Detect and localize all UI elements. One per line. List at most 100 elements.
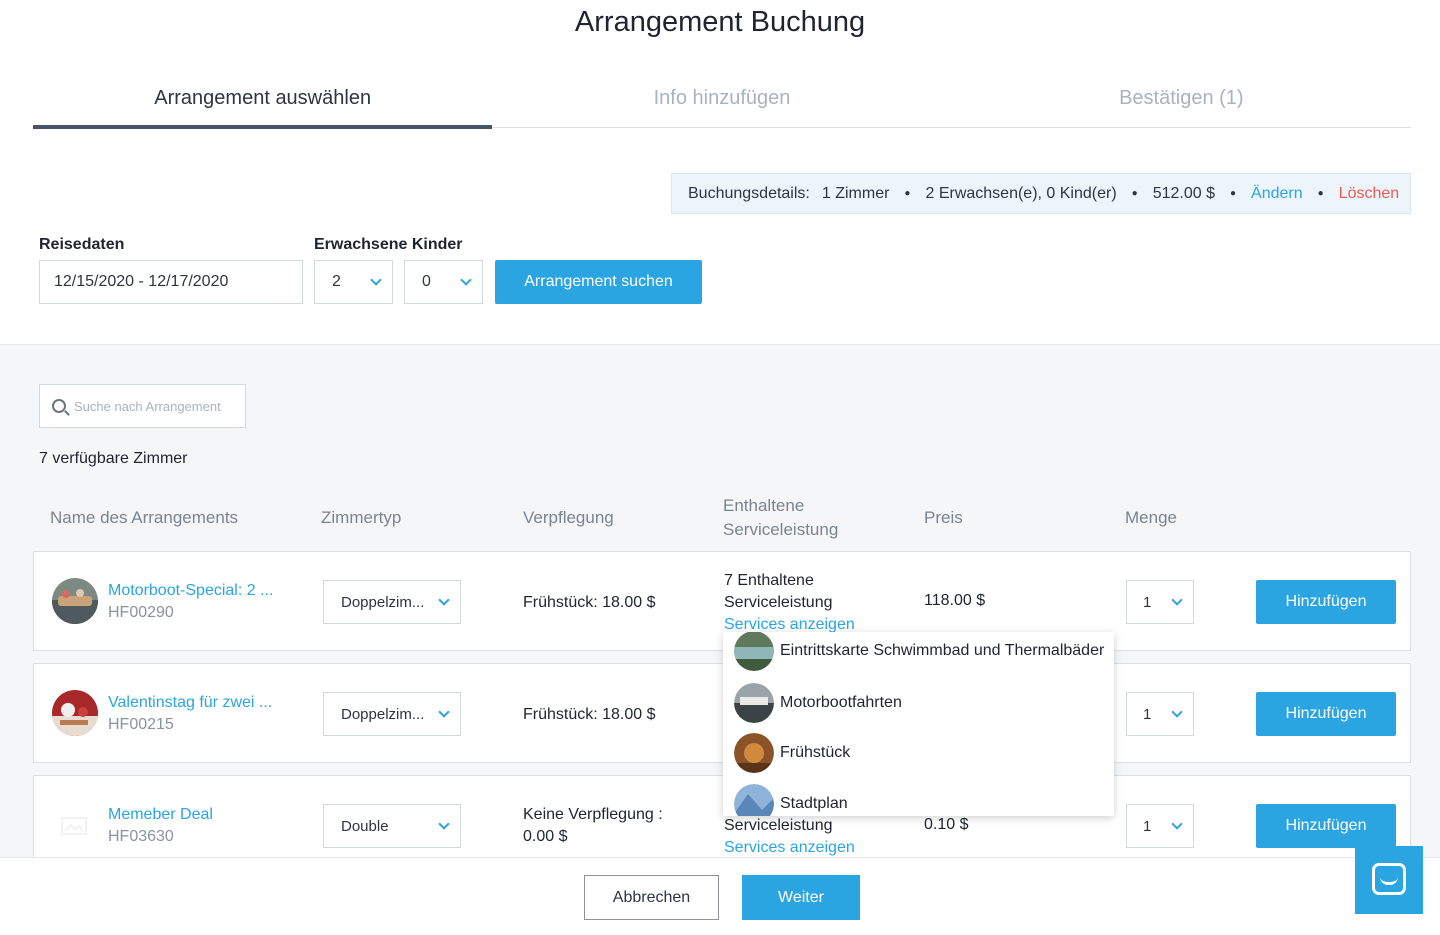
services-label: Serviceleistung [724,817,833,834]
separator-dot: ● [1229,188,1237,199]
tab-add-info[interactable]: Info hinzufügen [492,80,951,127]
table-row: Valentinstag für zwei ... HF00215 Doppel… [33,663,1411,763]
arrangement-name-link[interactable]: Memeber Deal [108,806,213,824]
column-header-services-line2: Serviceleistung [723,520,839,539]
chevron-down-icon [438,706,450,718]
page-title: Arrangement Buchung [574,6,866,38]
meal-info: Keine Verpflegung : 0.00 $ [523,804,663,848]
service-label: Eintrittskarte Schwimmbad und Thermalbäd… [780,642,1105,659]
service-item[interactable]: Stadtplan [734,783,848,816]
booking-rooms: 1 Zimmer [821,184,890,202]
city-map-thumbnail [734,784,774,816]
booking-guests: 2 Erwachsen(e), 0 Kind(er) [925,184,1117,202]
arrangement-code: HF00290 [108,604,174,621]
services-label: Serviceleistung [724,594,833,611]
included-services: 7 Enthaltene Serviceleistung Services an… [724,570,855,636]
chevron-down-icon [1171,594,1183,606]
quantity-select[interactable]: 1 [1126,692,1194,736]
add-arrangement-button[interactable]: Hinzufügen [1256,692,1396,736]
quantity-value: 1 [1143,593,1152,611]
booking-details-bar: Buchungsdetails: 1 Zimmer ● 2 Erwachsen(… [671,173,1411,214]
quantity-value: 1 [1143,705,1152,723]
arrangement-name-link[interactable]: Valentinstag für zwei ... [108,694,272,712]
chevron-down-icon [1171,706,1183,718]
travel-dates-value: 12/15/2020 - 12/17/2020 [54,273,229,290]
arrangement-search[interactable] [39,384,246,428]
change-booking-link[interactable]: Ändern [1251,185,1303,203]
add-arrangement-button[interactable]: Hinzufügen [1256,804,1396,848]
breakfast-thumbnail [734,733,774,773]
room-type-select[interactable]: Double [323,804,461,848]
footer-bar [0,857,1440,935]
children-select[interactable]: 0 [404,260,483,304]
children-value: 0 [422,273,431,290]
separator-dot: ● [1131,188,1138,199]
room-type-select[interactable]: Doppelzim... [323,580,461,624]
service-item[interactable]: Eintrittskarte Schwimmbad und Thermalbäd… [734,632,1104,672]
chevron-down-icon [370,274,382,286]
table-row: Motorboot-Special: 2 ... HF00290 Doppelz… [33,551,1411,651]
meal-text: Keine Verpflegung : [523,806,663,823]
column-header-meals: Verpflegung [523,508,614,527]
travel-dates-input[interactable]: 12/15/2020 - 12/17/2020 [39,260,303,304]
search-arrangement-button[interactable]: Arrangement suchen [495,260,702,304]
room-type-value: Doppelzim... [341,593,425,611]
search-icon [52,399,66,413]
chat-launcher-button[interactable] [1355,846,1423,914]
booking-details-label: Buchungsdetails: [688,184,810,202]
pool-thumbnail [734,632,774,671]
meal-info: Frühstück: 18.00 $ [523,592,656,614]
arrangement-search-input[interactable] [74,398,234,414]
column-header-services: Enthaltene Serviceleistung [723,494,838,542]
next-button[interactable]: Weiter [742,875,860,920]
arrangement-price: 118.00 $ [924,592,986,609]
adults-value: 2 [332,273,341,290]
tab-confirm[interactable]: Bestätigen (1) [952,80,1411,127]
show-services-link[interactable]: Services anzeigen [724,837,855,859]
boat-thumbnail [734,683,774,723]
column-header-room-type: Zimmertyp [321,508,402,527]
arrangement-name-link[interactable]: Motorboot-Special: 2 ... [108,582,273,600]
meal-price: 0.00 $ [523,828,568,845]
arrangement-code: HF03630 [108,828,174,845]
add-arrangement-button[interactable]: Hinzufügen [1256,580,1396,624]
image-placeholder-icon [60,814,90,838]
arrangement-thumbnail [52,690,98,736]
quantity-select[interactable]: 1 [1126,804,1194,848]
meal-text: Frühstück: 18.00 $ [523,594,656,611]
meal-info: Frühstück: 18.00 $ [523,704,656,726]
service-label: Frühstück [780,744,851,761]
service-label: Stadtplan [780,795,848,812]
service-item[interactable]: Motorbootfahrten [734,682,902,724]
room-type-value: Double [341,817,389,835]
guests-label: Erwachsene Kinder [314,236,463,253]
room-type-select[interactable]: Doppelzim... [323,692,461,736]
adults-select[interactable]: 2 [314,260,393,304]
service-item[interactable]: Frühstück [734,732,850,774]
chevron-down-icon [1171,818,1183,830]
meal-text: Frühstück: 18.00 $ [523,706,656,723]
arrangement-price: 0.10 $ [924,816,969,833]
arrangement-code: HF00215 [108,716,174,733]
service-label: Motorbootfahrten [780,694,902,711]
cancel-button[interactable]: Abbrechen [584,875,719,920]
booking-total: 512.00 $ [1152,184,1215,202]
separator-dot: ● [904,188,911,199]
tab-select-arrangement[interactable]: Arrangement auswählen [33,80,493,129]
chevron-down-icon [460,274,472,286]
column-header-quantity: Menge [1125,508,1177,527]
quantity-value: 1 [1143,817,1152,835]
column-header-price: Preis [924,508,963,527]
quantity-select[interactable]: 1 [1126,580,1194,624]
available-rooms-count: 7 verfügbare Zimmer [39,450,188,467]
column-header-services-line1: Enthaltene [723,496,805,515]
delete-booking-link[interactable]: Löschen [1339,185,1400,203]
separator-dot: ● [1317,188,1324,199]
chevron-down-icon [438,818,450,830]
arrangement-thumbnail [52,578,98,624]
services-count: 7 Enthaltene [724,572,814,589]
services-dropdown: Eintrittskarte Schwimmbad und Thermalbäd… [723,632,1114,816]
chevron-down-icon [438,594,450,606]
step-tabs: Arrangement auswählen Info hinzufügen Be… [33,80,1411,129]
column-header-name: Name des Arrangements [50,508,239,527]
